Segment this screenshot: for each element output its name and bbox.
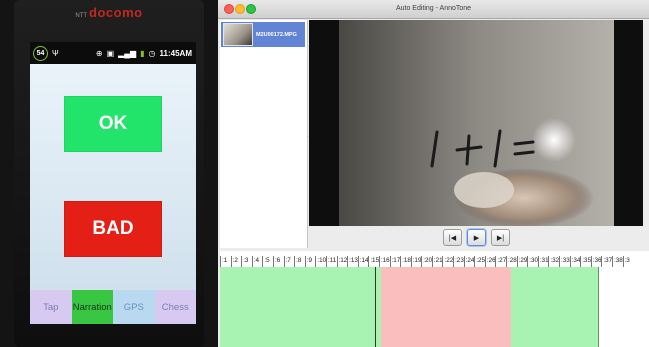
ruler-tick: :12	[336, 256, 347, 267]
ruler-tick: :35	[580, 256, 591, 267]
ruler-tick: :29	[516, 256, 527, 267]
ruler-tick: :21	[431, 256, 443, 267]
app-window: Auto Editing - AnnoTone M2U00172.MPG · |…	[218, 0, 649, 347]
window-title: Auto Editing - AnnoTone	[395, 5, 472, 12]
smartphone: NTT docomo 54 Ψ ⊕ ▣ ▂▄▆ ▮ ◷ 11:45AM OK BA…	[0, 0, 218, 347]
timeline[interactable]: :1:2:3:4:5:6:7:8:9:10:11:12:13:14:15:16:…	[220, 251, 649, 347]
tab-bar: Tap Narration GPS Chess	[30, 290, 196, 324]
app-area: OK BAD	[30, 64, 196, 300]
glare	[532, 118, 576, 162]
ruler-tick: :10	[315, 256, 326, 267]
vibrate-icon: ▣	[106, 48, 115, 58]
video-preview	[309, 20, 643, 226]
battery-icon: ▮	[140, 48, 145, 58]
ruler-tick: :16	[378, 256, 390, 267]
ruler-tick: :20	[421, 256, 432, 267]
ruler-tick: :11	[325, 256, 337, 267]
ruler-tick: :4	[251, 256, 263, 267]
timeline-segment-ok[interactable]	[220, 267, 381, 347]
ruler-tick: :1	[220, 256, 231, 267]
ruler-tick: :26	[484, 256, 496, 267]
ruler-tick: :31	[537, 256, 549, 267]
ruler-tick: :34	[569, 256, 580, 267]
ruler-tick: :17	[389, 256, 400, 267]
ruler-tick: :38	[611, 256, 623, 267]
playhead[interactable]	[375, 267, 376, 347]
clip-filename: M2U00172.MPG	[256, 31, 297, 38]
clip-thumbnail	[223, 23, 253, 46]
carrier-logo: NTT docomo	[0, 5, 218, 20]
ruler-tick: :14	[357, 256, 368, 267]
ruler-tick: :8	[294, 256, 305, 267]
ruler-tick: :13	[347, 256, 358, 267]
ruler-tick: :18	[400, 256, 411, 267]
ruler-tick: :3	[241, 256, 252, 267]
ruler-tick: :2	[230, 256, 242, 267]
video-frame	[339, 20, 614, 226]
clip-list: M2U00172.MPG	[220, 20, 308, 248]
ruler-tick: :7	[283, 256, 295, 267]
ruler-tick: :25	[474, 256, 485, 267]
play-button[interactable]: ▶	[467, 229, 486, 246]
ruler-tick: :15	[368, 256, 379, 267]
usb-icon: Ψ	[52, 48, 59, 58]
tab-narration[interactable]: Narration	[71, 290, 113, 324]
notification-count-badge: 54	[33, 45, 48, 61]
segment-end-line	[598, 267, 599, 347]
status-bar: 54 Ψ ⊕ ▣ ▂▄▆ ▮ ◷ 11:45AM	[30, 42, 196, 64]
ruler-tick: :36	[590, 256, 602, 267]
tab-tap[interactable]: Tap	[30, 290, 72, 324]
status-icons: ⊕ ▣ ▂▄▆ ▮ ◷ 11:45AM	[96, 49, 192, 58]
tab-gps[interactable]: GPS	[113, 290, 155, 324]
previous-button[interactable]: |◀	[443, 229, 462, 246]
ruler-tick: :27	[495, 256, 506, 267]
timeline-segment-ok[interactable]	[511, 267, 598, 347]
ruler-tick: :9	[304, 256, 316, 267]
ruler-tick: :37	[601, 256, 612, 267]
ruler-tick: :24	[463, 256, 474, 267]
ruler-tick: :28	[506, 256, 517, 267]
ok-button[interactable]: OK	[64, 96, 162, 152]
ruler-tick: :23	[453, 256, 464, 267]
timeline-ruler: :1:2:3:4:5:6:7:8:9:10:11:12:13:14:15:16:…	[220, 256, 649, 267]
ruler-tick: :6	[272, 256, 284, 267]
bad-button[interactable]: BAD	[64, 201, 162, 257]
status-time: 11:45AM	[159, 48, 192, 58]
carrier-prefix: NTT	[75, 13, 88, 19]
ruler-tick: :32	[548, 256, 559, 267]
ruler-tick: :22	[442, 256, 453, 267]
timeline-segment-bad[interactable]	[381, 267, 511, 347]
gps-icon: ⊕	[95, 48, 103, 58]
ruler-tick: :33	[559, 256, 570, 267]
playback-controls: |◀ ▶ ▶|	[218, 229, 649, 247]
signal-bars-icon: ▂▄▆	[118, 48, 137, 58]
title-bar: Auto Editing - AnnoTone	[218, 0, 649, 19]
phone-screen: 54 Ψ ⊕ ▣ ▂▄▆ ▮ ◷ 11:45AM OK BAD Tap Narr…	[30, 42, 196, 324]
ruler-tick: :30	[527, 256, 538, 267]
tab-chess[interactable]: Chess	[154, 290, 196, 324]
ruler-tick: :19	[410, 256, 421, 267]
alarm-icon: ◷	[148, 48, 156, 58]
ruler-tick: :5	[262, 256, 273, 267]
eraser	[454, 172, 514, 208]
ruler-tick: :3	[622, 256, 634, 267]
next-button[interactable]: ▶|	[491, 229, 510, 246]
carrier-name: docomo	[89, 5, 143, 20]
clip-item[interactable]: M2U00172.MPG	[221, 22, 305, 47]
